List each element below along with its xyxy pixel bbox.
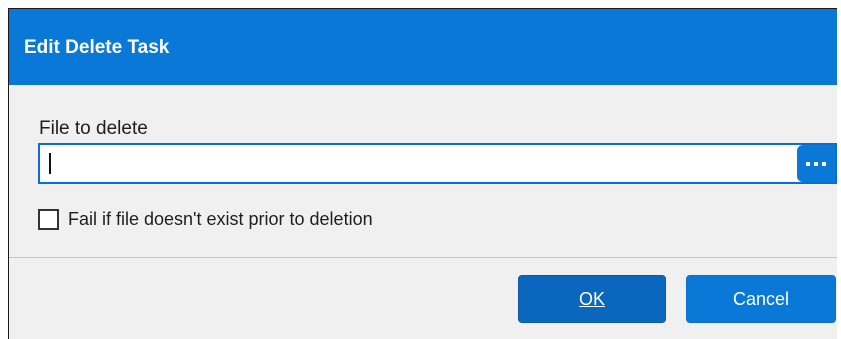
cancel-button[interactable]: Cancel bbox=[686, 275, 836, 323]
edit-delete-task-dialog: Edit Delete Task File to delete Fail if … bbox=[8, 8, 837, 339]
file-path-input[interactable] bbox=[40, 145, 795, 182]
fail-if-missing-checkbox[interactable] bbox=[38, 209, 59, 230]
text-caret bbox=[49, 153, 51, 174]
file-path-field[interactable] bbox=[38, 143, 837, 184]
dialog-title: Edit Delete Task bbox=[24, 37, 170, 58]
ok-button[interactable]: OK bbox=[518, 275, 666, 323]
cancel-button-label: Cancel bbox=[732, 288, 790, 309]
fail-if-missing-label[interactable]: Fail if file doesn't exist prior to dele… bbox=[68, 209, 373, 230]
file-to-delete-label: File to delete bbox=[39, 118, 148, 139]
browse-button[interactable] bbox=[797, 145, 835, 182]
title-bar: Edit Delete Task bbox=[9, 9, 837, 85]
fail-if-missing-option[interactable]: Fail if file doesn't exist prior to dele… bbox=[38, 209, 373, 230]
ok-button-label: OK bbox=[578, 288, 605, 309]
footer-divider bbox=[9, 257, 837, 258]
ellipsis-icon bbox=[806, 161, 826, 166]
